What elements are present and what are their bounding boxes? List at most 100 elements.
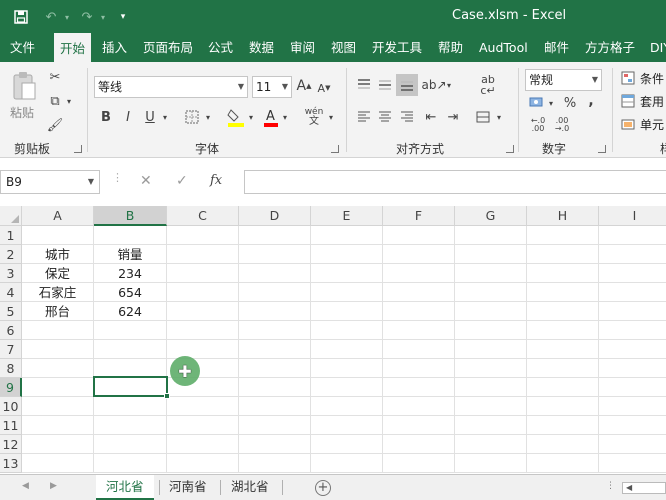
grid-cell[interactable]: [455, 283, 527, 302]
row-header-5[interactable]: 5: [0, 302, 22, 321]
grid-cell[interactable]: [22, 454, 94, 473]
row-header-13[interactable]: 13: [0, 454, 22, 473]
grid-cell[interactable]: [527, 454, 599, 473]
orientation-icon[interactable]: ab↗: [421, 76, 446, 94]
sheet-tab-henan[interactable]: 河南省: [159, 475, 217, 500]
grid-cell[interactable]: [239, 340, 311, 359]
tab-developer[interactable]: 开发工具: [366, 33, 428, 62]
conditional-format-label[interactable]: 条件: [640, 70, 664, 87]
paste-icon[interactable]: [10, 70, 38, 102]
grid-cell[interactable]: [383, 359, 455, 378]
grid-cell[interactable]: [239, 321, 311, 340]
sheet-tab-hubei[interactable]: 湖北省: [221, 475, 279, 500]
cell-a5[interactable]: 邢台: [22, 302, 94, 321]
grid-cell[interactable]: [599, 226, 666, 245]
comma-button[interactable]: ,: [584, 92, 598, 110]
grid-cell[interactable]: [599, 416, 666, 435]
increase-indent-icon[interactable]: ⇥: [444, 108, 462, 126]
column-header-g[interactable]: G: [455, 206, 527, 226]
merge-center-icon[interactable]: [474, 108, 492, 126]
grid-cell[interactable]: [527, 416, 599, 435]
grid-cell[interactable]: [383, 302, 455, 321]
next-sheet-icon[interactable]: ▶: [50, 481, 57, 491]
decrease-font-icon[interactable]: A ▼: [316, 78, 332, 98]
increase-decimal-icon[interactable]: ←.0.00: [528, 116, 548, 134]
grid-cell[interactable]: [22, 378, 94, 397]
phonetic-icon[interactable]: wén 文: [302, 106, 326, 128]
grid-cell[interactable]: [239, 245, 311, 264]
column-header-h[interactable]: H: [527, 206, 599, 226]
cancel-icon[interactable]: ✕: [140, 173, 152, 189]
insert-function-icon[interactable]: fx: [210, 173, 222, 188]
align-center-icon[interactable]: [376, 108, 394, 126]
grid-cell[interactable]: [599, 264, 666, 283]
font-launcher-icon[interactable]: [331, 145, 339, 153]
redo-dropdown-icon[interactable]: ▾: [94, 8, 112, 26]
customize-qat-icon[interactable]: ▾: [114, 8, 132, 26]
add-sheet-button[interactable]: +: [315, 480, 331, 496]
grid-cell[interactable]: [311, 435, 383, 454]
cell-styles-label[interactable]: 单元: [640, 116, 664, 133]
grid-cell[interactable]: [22, 435, 94, 454]
font-name-select[interactable]: 等线 ▼: [94, 76, 248, 98]
prev-sheet-icon[interactable]: ◀: [22, 481, 29, 491]
grid-cell[interactable]: [383, 321, 455, 340]
grid-cell[interactable]: [383, 245, 455, 264]
row-header-11[interactable]: 11: [0, 416, 22, 435]
grid-cell[interactable]: [527, 435, 599, 454]
grid-cell[interactable]: [527, 226, 599, 245]
grid-cell[interactable]: [311, 397, 383, 416]
copy-dropdown-icon[interactable]: ▾: [64, 92, 74, 110]
column-header-e[interactable]: E: [311, 206, 383, 226]
tab-mail[interactable]: 邮件: [538, 33, 575, 62]
grid-cell[interactable]: [94, 454, 167, 473]
clipboard-launcher-icon[interactable]: [74, 145, 82, 153]
format-table-label[interactable]: 套用: [640, 93, 664, 110]
italic-button[interactable]: I: [120, 108, 136, 126]
column-header-c[interactable]: C: [167, 206, 239, 226]
grid-cell[interactable]: [94, 416, 167, 435]
phonetic-dropdown-icon[interactable]: ▾: [326, 108, 336, 126]
grid-cell[interactable]: [311, 283, 383, 302]
scroll-left-icon[interactable]: ◀: [626, 483, 632, 492]
row-header-9[interactable]: 9: [0, 378, 22, 397]
font-size-select[interactable]: 11 ▼: [252, 76, 292, 98]
grid-cell[interactable]: [311, 378, 383, 397]
grid-cell[interactable]: [455, 321, 527, 340]
fill-handle[interactable]: [164, 393, 170, 399]
grid-cell[interactable]: [383, 416, 455, 435]
tab-fangfang[interactable]: 方方格子: [579, 33, 641, 62]
grid-cell[interactable]: [94, 397, 167, 416]
grid-cell[interactable]: [383, 435, 455, 454]
grid-cell[interactable]: [527, 302, 599, 321]
grid-cell[interactable]: [311, 321, 383, 340]
grid-cell[interactable]: [94, 226, 167, 245]
grid-cell[interactable]: [167, 245, 239, 264]
grid-cell[interactable]: [239, 283, 311, 302]
grid-cell[interactable]: [22, 226, 94, 245]
column-header-a[interactable]: A: [22, 206, 94, 226]
grid-cell[interactable]: [599, 302, 666, 321]
row-header-6[interactable]: 6: [0, 321, 22, 340]
grid-cell[interactable]: [455, 302, 527, 321]
underline-dropdown-icon[interactable]: ▾: [160, 108, 170, 126]
cell-a4[interactable]: 石家庄: [22, 283, 94, 302]
tab-view[interactable]: 视图: [325, 33, 362, 62]
active-cell-b9[interactable]: [93, 376, 168, 397]
grid-cell[interactable]: [455, 454, 527, 473]
grid-cell[interactable]: [239, 454, 311, 473]
grid-cell[interactable]: [383, 378, 455, 397]
align-top-icon[interactable]: [355, 76, 373, 94]
cut-icon[interactable]: ✂: [46, 68, 64, 86]
grid-cell[interactable]: [455, 378, 527, 397]
grid-cell[interactable]: [383, 283, 455, 302]
cell-b4[interactable]: 654: [94, 283, 167, 302]
cell-b5[interactable]: 624: [94, 302, 167, 321]
grid-cell[interactable]: [239, 378, 311, 397]
grid-cell[interactable]: [527, 340, 599, 359]
select-all-button[interactable]: [0, 206, 22, 226]
grid-cell[interactable]: [383, 264, 455, 283]
decrease-indent-icon[interactable]: ⇤: [422, 108, 440, 126]
grid-cell[interactable]: [455, 416, 527, 435]
fill-color-icon[interactable]: [226, 106, 246, 128]
